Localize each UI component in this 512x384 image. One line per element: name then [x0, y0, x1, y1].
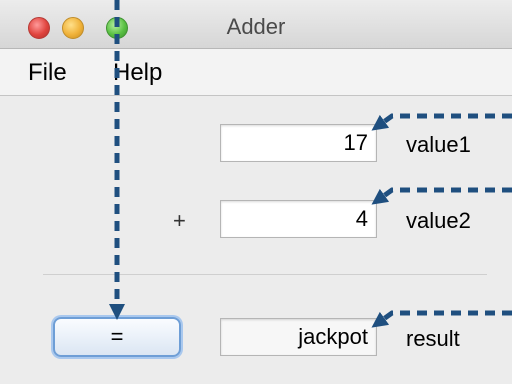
- title-bar: Adder: [0, 0, 512, 49]
- menu-help[interactable]: Help: [113, 59, 162, 87]
- menu-file[interactable]: File: [28, 59, 67, 87]
- separator: [43, 274, 487, 275]
- menu-bar: File Help: [0, 49, 512, 96]
- app-window: Adder File Help 17 value1 + 4 value2 = j…: [0, 0, 512, 384]
- equals-button[interactable]: =: [53, 317, 181, 357]
- adder-form: 17 value1 + 4 value2 = jackpot result: [0, 96, 512, 384]
- plus-operator: +: [173, 208, 186, 233]
- value2-field[interactable]: 4: [220, 200, 377, 238]
- value2-label: value2: [406, 208, 471, 233]
- value1-field[interactable]: 17: [220, 124, 377, 162]
- value1-label: value1: [406, 132, 471, 157]
- window-title: Adder: [226, 14, 286, 39]
- result-field: jackpot: [220, 318, 377, 356]
- result-label: result: [406, 326, 460, 351]
